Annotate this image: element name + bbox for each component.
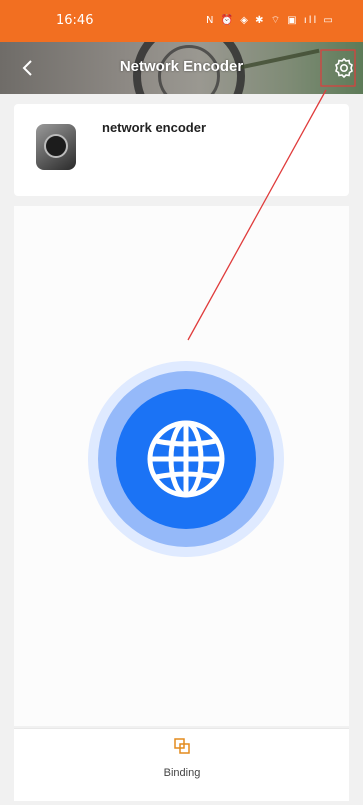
status-icons: N ⏰ ◈ ✱ ⌔ ▣ ıll ▭ xyxy=(206,15,335,26)
bottom-bar: Binding xyxy=(14,728,349,801)
binding-label: Binding xyxy=(163,767,201,779)
binding-button[interactable]: Binding xyxy=(142,737,222,797)
device-card[interactable]: network encoder xyxy=(14,104,349,196)
globe-icon xyxy=(147,420,225,498)
device-name: network encoder xyxy=(102,120,207,135)
status-time: 16:46 xyxy=(56,13,94,28)
status-bar: 16:46 N ⏰ ◈ ✱ ⌔ ▣ ıll ▭ xyxy=(0,0,363,42)
gear-icon xyxy=(335,57,353,79)
device-thumbnail xyxy=(36,124,76,170)
binding-icon xyxy=(174,738,190,754)
page-title: Network Encoder xyxy=(119,58,244,75)
nav-bar: Network Encoder xyxy=(0,42,363,94)
settings-button[interactable] xyxy=(332,56,356,80)
device-thumbnail-dial xyxy=(44,134,68,158)
